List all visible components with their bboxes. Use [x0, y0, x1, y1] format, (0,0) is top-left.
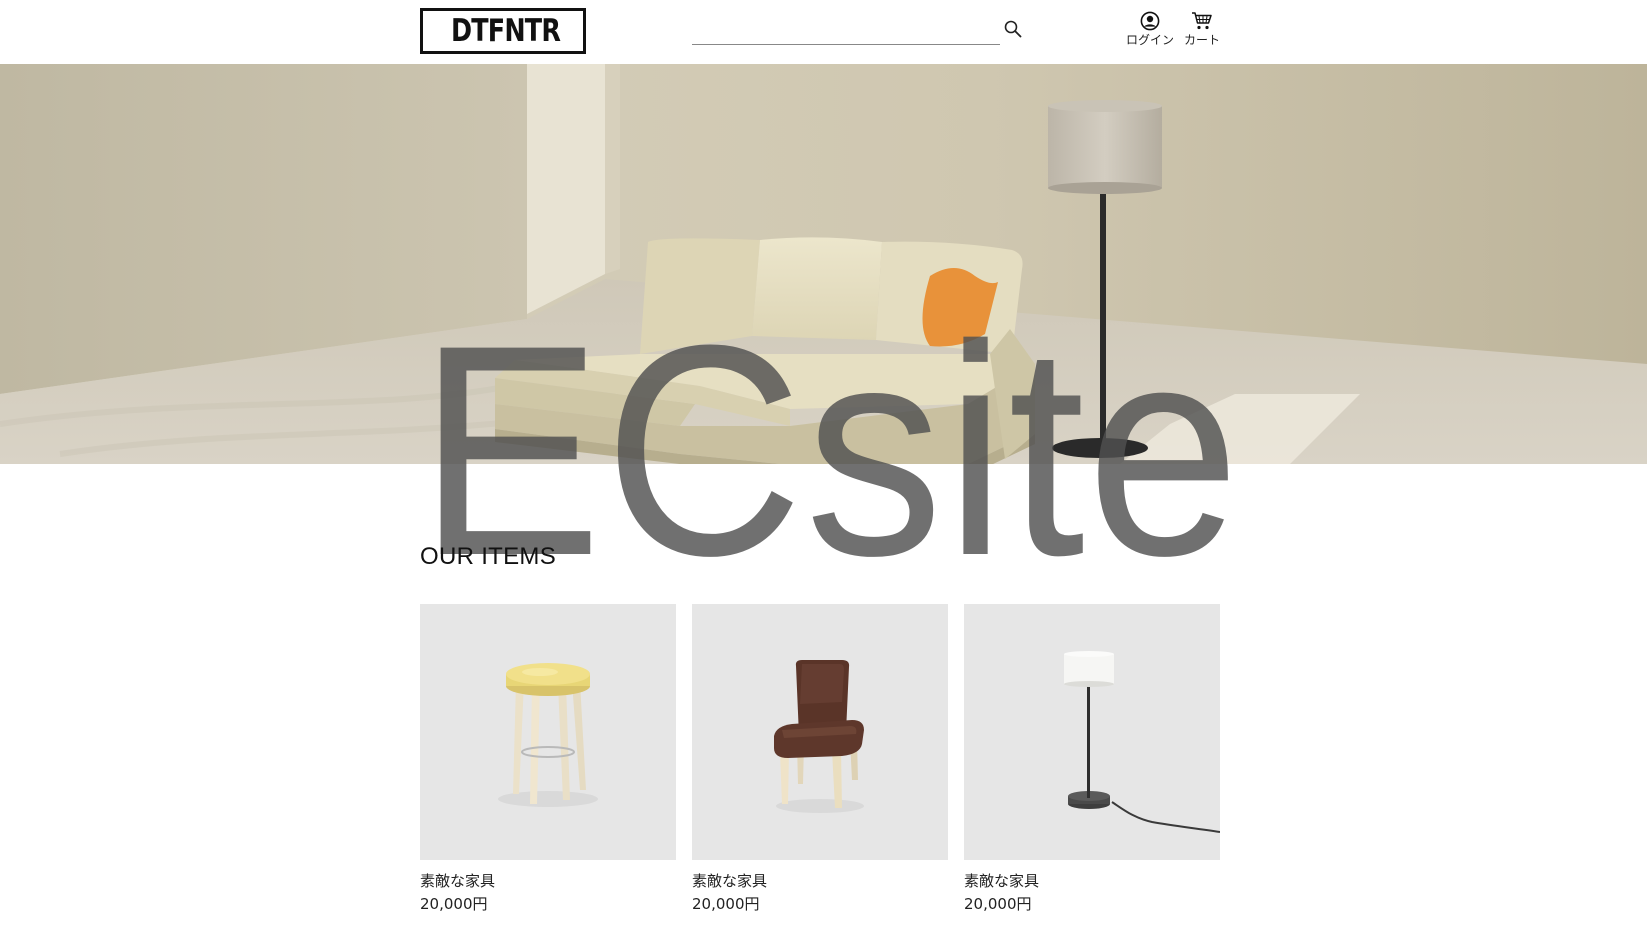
login-link[interactable]: ログイン [1124, 11, 1176, 47]
cart-label: カート [1183, 33, 1220, 47]
product-price: 20,000円 [692, 895, 760, 913]
product-card[interactable]: 素敵な家具 20,000円 [420, 604, 676, 914]
product-name: 素敵な家具 [420, 872, 496, 890]
product-price: 20,000円 [964, 895, 1032, 913]
product-card[interactable]: 素敵な家具 20,000円 [692, 604, 948, 914]
product-image-stool [420, 604, 676, 860]
logo-text: DTFNTR [451, 13, 561, 49]
product-price: 20,000円 [420, 895, 488, 913]
product-image-chair [692, 604, 948, 860]
search-input[interactable] [692, 18, 1000, 45]
product-grid: 素敵な家具 20,000円 素敵な家具 20,000円 素敵な家具 20,000… [420, 604, 1220, 927]
cart-icon [1192, 12, 1212, 30]
product-name: 素敵な家具 [964, 872, 1040, 890]
section-title: OUR ITEMS [420, 543, 557, 570]
cart-link[interactable]: カート [1181, 11, 1223, 47]
product-card[interactable]: 素敵な家具 20,000円 [964, 604, 1220, 914]
search-bar [692, 18, 1000, 46]
search-button[interactable] [1004, 20, 1024, 40]
logo[interactable]: DTFNTR [420, 8, 586, 54]
product-image-lamp [964, 604, 1220, 860]
product-name: 素敵な家具 [692, 872, 768, 890]
site-header: DTFNTR ログイン カート [0, 0, 1647, 64]
search-icon [1004, 20, 1022, 38]
login-label: ログイン [1125, 33, 1174, 47]
user-icon [1140, 11, 1160, 31]
